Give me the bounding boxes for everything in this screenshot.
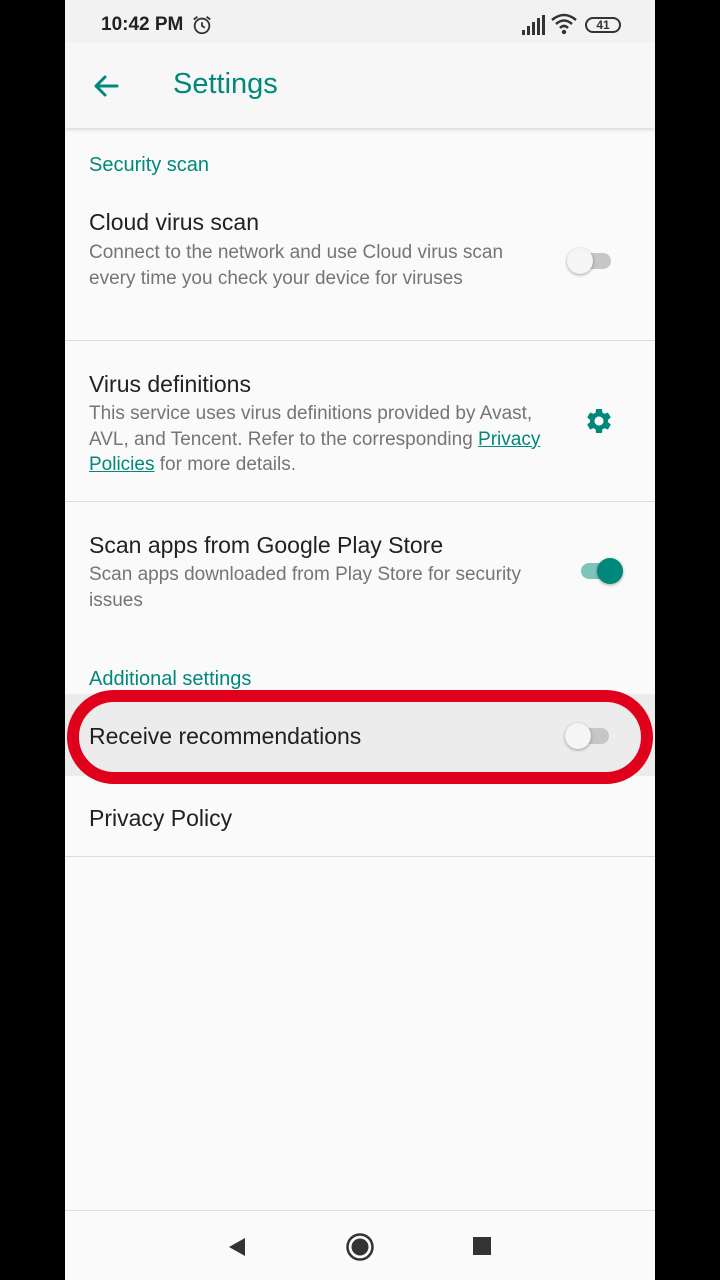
setting-title: Virus definitions xyxy=(89,371,251,397)
setting-row-cloud-virus-scan[interactable]: Cloud virus scan Connect to the network … xyxy=(65,195,655,340)
nav-back-icon[interactable] xyxy=(225,1235,249,1259)
navigation-bar xyxy=(65,1210,655,1280)
status-bar: 10:42 PM 41 xyxy=(65,0,655,42)
section-header-additional-settings: Additional settings xyxy=(89,668,252,690)
setting-row-receive-recommendations[interactable]: Receive recommendations xyxy=(65,694,655,776)
setting-row-virus-definitions[interactable]: Virus definitions This service uses viru… xyxy=(65,341,655,501)
toggle-thumb xyxy=(565,723,591,749)
subtitle-text: for more details. xyxy=(154,454,296,475)
gear-icon[interactable] xyxy=(584,406,614,436)
alarm-icon xyxy=(193,16,211,35)
setting-subtitle: Connect to the network and use Cloud vir… xyxy=(89,242,504,289)
setting-title: Scan apps from Google Play Store xyxy=(89,532,444,558)
battery-indicator: 41 xyxy=(585,17,621,33)
setting-subtitle: This service uses virus definitions prov… xyxy=(89,401,559,478)
scan-play-store-toggle[interactable] xyxy=(575,555,625,585)
toggle-thumb xyxy=(567,248,593,274)
divider xyxy=(65,856,655,857)
page-title: Settings xyxy=(173,68,278,100)
section-header-security-scan: Security scan xyxy=(89,154,210,176)
status-time: 10:42 PM xyxy=(101,14,184,35)
cloud-virus-scan-toggle[interactable] xyxy=(567,245,617,275)
setting-title: Receive recommendations xyxy=(89,723,362,749)
subtitle-text: This service uses virus definitions prov… xyxy=(89,403,533,450)
setting-title: Privacy Policy xyxy=(89,805,233,831)
receive-recommendations-toggle[interactable] xyxy=(565,720,615,750)
nav-home-icon[interactable] xyxy=(345,1232,375,1262)
setting-row-privacy-policy[interactable]: Privacy Policy xyxy=(65,776,655,856)
toggle-thumb xyxy=(597,558,623,584)
setting-subtitle: Scan apps downloaded from Play Store for… xyxy=(89,564,521,611)
app-bar: Settings xyxy=(65,42,655,128)
wifi-icon xyxy=(551,13,577,35)
setting-title: Cloud virus scan xyxy=(89,209,260,235)
setting-row-scan-play-store[interactable]: Scan apps from Google Play Store Scan ap… xyxy=(65,502,655,642)
signal-icon xyxy=(522,15,545,35)
nav-recents-icon[interactable] xyxy=(473,1237,491,1255)
phone-screen: 10:42 PM 41 Settings Security scan Cloud… xyxy=(65,0,655,1280)
back-arrow-icon[interactable] xyxy=(85,64,129,108)
